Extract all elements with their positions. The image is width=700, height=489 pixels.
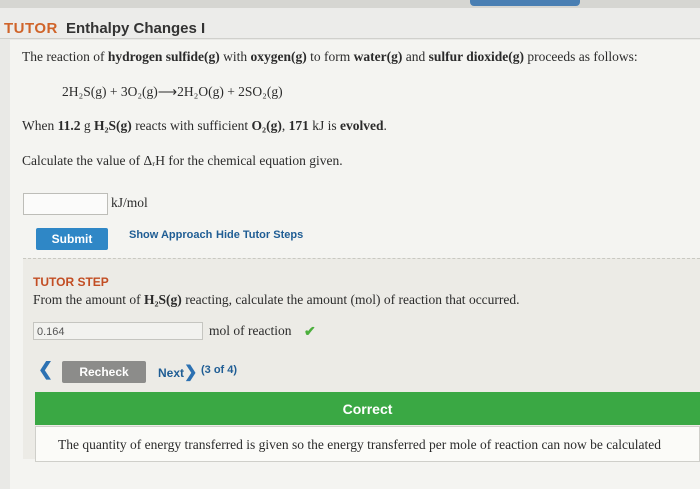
hide-tutor-steps-link[interactable]: Hide Tutor Steps <box>216 229 303 241</box>
reactant-2: oxygen(g) <box>250 49 307 64</box>
tutor-step-instruction: From the amount of H₂S(g) reacting, calc… <box>33 292 520 308</box>
given-data: When 11.2 g H₂S(g) reacts with sufficien… <box>22 118 387 134</box>
intro-text: proceeds as follows: <box>524 49 638 64</box>
title-bar: TUTOR Enthalpy Changes I <box>0 8 700 39</box>
product-2: sulfur dioxide(g) <box>428 49 524 64</box>
given-species: H₂S(g) <box>94 118 132 133</box>
chevron-right-icon[interactable]: ❯ <box>184 364 197 381</box>
intro-text: The reaction of <box>22 49 108 64</box>
given-text: . <box>383 118 387 133</box>
page-title: Enthalpy Changes I <box>66 20 206 37</box>
given-species: O₂(g) <box>251 118 282 133</box>
intro-text: to form <box>306 49 354 64</box>
product-1: water(g) <box>353 49 403 64</box>
instruction-text: From the amount of <box>33 292 144 307</box>
given-text: reacts with sufficient <box>131 118 252 133</box>
top-tab-indicator <box>470 0 580 6</box>
given-energy: 171 <box>288 118 309 133</box>
given-mass: 11.2 <box>57 118 81 133</box>
intro-text: and <box>402 49 429 64</box>
given-text: kJ is <box>308 118 340 133</box>
chevron-left-icon[interactable]: ❮ <box>38 359 53 380</box>
recheck-button[interactable]: Recheck <box>62 361 146 383</box>
mol-reaction-unit: mol of reaction <box>209 323 292 338</box>
question-intro: The reaction of hydrogen sulfide(g) with… <box>22 49 638 65</box>
given-text: , <box>281 118 289 133</box>
question-prompt: Calculate the value of ΔᵣH for the chemi… <box>22 153 343 168</box>
next-link[interactable]: Next❯ <box>158 362 197 382</box>
mol-reaction-input[interactable]: 0.164 <box>33 322 203 340</box>
instruction-species: H₂S(g) <box>144 292 182 307</box>
correct-banner: Correct <box>35 392 700 425</box>
submit-button[interactable]: Submit <box>36 228 108 250</box>
given-text: g <box>80 118 94 133</box>
given-text: When <box>22 118 58 133</box>
show-approach-link[interactable]: Show Approach <box>129 229 212 241</box>
window-top-strip <box>0 0 700 8</box>
given-evolved: evolved <box>339 118 384 133</box>
enthalpy-answer-input[interactable] <box>23 193 108 215</box>
next-label[interactable]: Next <box>158 366 184 380</box>
answer-unit: kJ/mol <box>111 195 148 210</box>
chemical-equation: 2H₂S(g) + 3O₂(g)⟶2H₂O(g) + 2SO₂(g) <box>62 84 283 99</box>
tutor-label: TUTOR <box>4 20 58 37</box>
step-counter: (3 of 4) <box>201 364 238 376</box>
instruction-text: reacting, calculate the amount (mol) of … <box>181 292 520 307</box>
check-icon: ✔ <box>304 325 316 340</box>
reactant-1: hydrogen sulfide(g) <box>107 49 220 64</box>
tutor-step-heading: TUTOR STEP <box>33 275 109 289</box>
feedback-text: The quantity of energy transferred is gi… <box>58 437 662 452</box>
intro-text: with <box>219 49 251 64</box>
